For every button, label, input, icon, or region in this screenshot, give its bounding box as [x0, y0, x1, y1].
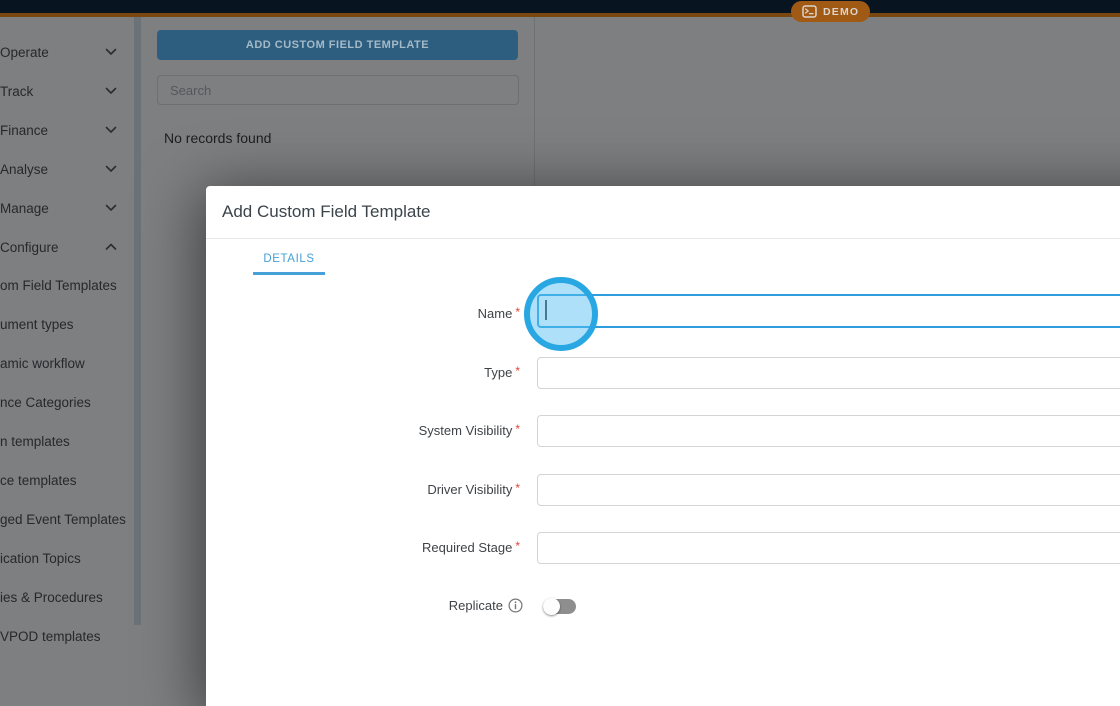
top-navigation-bar — [0, 0, 1120, 13]
sidebar-subitem-templates-1[interactable]: n templates — [0, 433, 70, 451]
sidebar-subitem-pod-templates[interactable]: VPOD templates — [0, 628, 101, 646]
dialog-title: Add Custom Field Template — [222, 202, 431, 221]
type-field-label: Type * — [484, 364, 520, 380]
replicate-toggle-label: Replicate — [448, 598, 503, 613]
sidebar-subitem-custom-field-templates[interactable]: om Field Templates — [0, 277, 117, 295]
empty-state-text: No records found — [164, 130, 272, 146]
sidebar-item-manage[interactable]: Manage — [0, 197, 134, 219]
required-stage-field[interactable] — [537, 532, 1120, 564]
system-visibility-field[interactable] — [537, 415, 1120, 447]
system-visibility-field-label: System Visibility * — [418, 422, 520, 438]
sidebar-item-label: Manage — [0, 200, 49, 216]
search-input[interactable] — [157, 75, 519, 105]
sidebar-item-label: Operate — [0, 44, 49, 60]
tab-active-underline — [253, 272, 325, 275]
add-custom-field-template-dialog: Add Custom Field Template DETAILS Name * … — [206, 186, 1120, 706]
sidebar-subitem-logged-event-templates[interactable]: ged Event Templates — [0, 511, 126, 529]
demo-badge-label: DEMO — [823, 5, 860, 18]
sidebar-item-finance[interactable]: Finance — [0, 119, 134, 141]
sidebar-item-label: Track — [0, 83, 34, 99]
chevron-down-icon — [105, 48, 117, 56]
demo-badge: DEMO — [791, 1, 871, 22]
sidebar-subitem-categories[interactable]: nce Categories — [0, 394, 91, 412]
sidebar-subitem-templates-2[interactable]: ce templates — [0, 472, 77, 490]
required-asterisk: * — [515, 364, 520, 378]
sidebar-item-label: Configure — [0, 239, 59, 255]
type-field[interactable] — [537, 357, 1120, 389]
sidebar-nav: Operate Track Finance Analyse Manage Con… — [0, 17, 134, 645]
sidebar-subitem-policies-procedures[interactable]: ies & Procedures — [0, 589, 103, 607]
name-field-label: Name * — [477, 305, 520, 321]
toggle-knob — [543, 598, 560, 615]
driver-visibility-field-label: Driver Visibility * — [427, 481, 520, 497]
name-field[interactable] — [537, 294, 1120, 328]
sidebar-subitem-document-types[interactable]: ument types — [0, 316, 74, 334]
sidebar-item-analyse[interactable]: Analyse — [0, 158, 134, 180]
dialog-divider — [206, 238, 1120, 239]
chevron-down-icon — [105, 204, 117, 212]
sidebar-item-track[interactable]: Track — [0, 80, 134, 102]
chevron-down-icon — [105, 165, 117, 173]
required-asterisk: * — [515, 539, 520, 553]
required-asterisk: * — [515, 481, 520, 495]
required-asterisk: * — [515, 305, 520, 319]
sidebar-item-operate[interactable]: Operate — [0, 41, 134, 63]
chevron-down-icon — [105, 87, 117, 95]
chevron-up-icon — [105, 243, 117, 251]
required-stage-field-label: Required Stage * — [421, 539, 520, 555]
sidebar-item-label: Analyse — [0, 161, 49, 177]
required-asterisk: * — [515, 422, 520, 436]
terminal-icon — [802, 5, 817, 18]
info-icon[interactable] — [508, 598, 523, 613]
add-custom-field-template-button[interactable]: ADD CUSTOM FIELD TEMPLATE — [157, 30, 518, 60]
sidebar-subitem-dynamic-workflow[interactable]: amic workflow — [0, 355, 85, 373]
sidebar-scrollbar[interactable] — [134, 17, 141, 625]
replicate-toggle[interactable] — [543, 598, 576, 615]
sidebar-subitem-notification-topics[interactable]: ication Topics — [0, 550, 81, 568]
tab-details[interactable]: DETAILS — [253, 247, 325, 272]
text-caret — [545, 300, 547, 320]
chevron-down-icon — [105, 126, 117, 134]
driver-visibility-field[interactable] — [537, 474, 1120, 506]
sidebar-item-configure[interactable]: Configure — [0, 236, 134, 258]
brand-accent-strip — [0, 13, 1120, 17]
sidebar-item-label: Finance — [0, 122, 49, 138]
